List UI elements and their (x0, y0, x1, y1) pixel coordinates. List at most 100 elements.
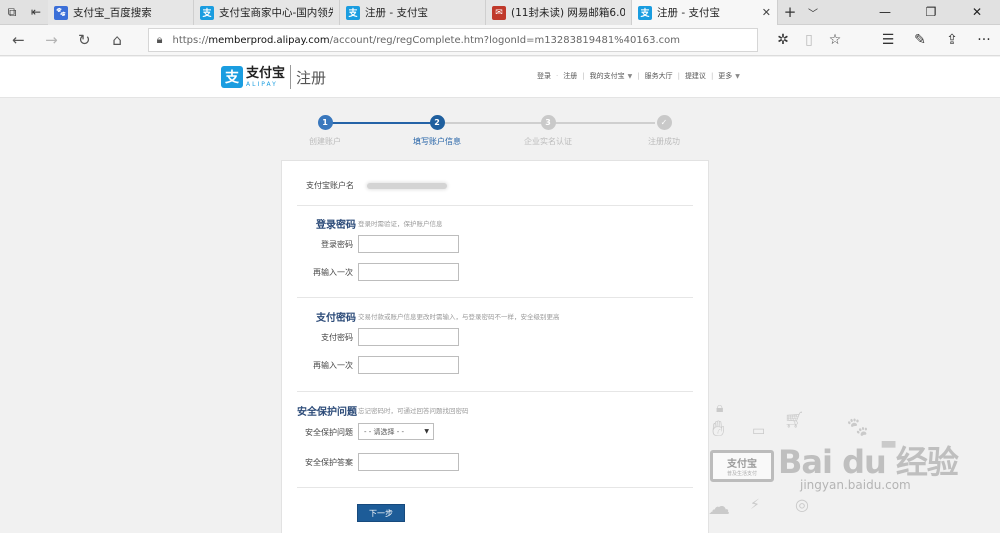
step-realname-auth: 3 企业实名认证 (503, 115, 593, 147)
url-scheme: https:// (172, 34, 209, 46)
step-create-account: 1 创建账户 (280, 115, 370, 147)
baidu-jingyan-url: jingyan.baidu.com (800, 478, 911, 492)
login-password-title: 登录密码 (316, 220, 356, 231)
security-answer-label: 安全保护答案 (305, 458, 353, 467)
browser-tab[interactable]: 支注册 - 支付宝 ✕ (632, 0, 778, 25)
close-window-button[interactable]: ✕ (954, 0, 1000, 24)
logo-cn-text: 支付宝 (246, 65, 286, 81)
account-name-label: 支付宝账户名 (306, 181, 354, 190)
login-link[interactable]: 登录 (537, 71, 551, 81)
account-info-form: 支付宝账户名 登录密码 登录时需验证，保护账户信息 登录密码 再输入一次 支付密… (281, 160, 709, 533)
back-button[interactable]: ← (2, 25, 35, 56)
next-step-button[interactable]: 下一步 (357, 504, 405, 522)
forward-button[interactable]: → (35, 25, 68, 56)
browser-tab-bar: ⧉ ⇤ 🐾︎支付宝_百度搜索支支付宝商家中心-国内领先的支注册 - 支付宝✉(1… (0, 0, 1000, 25)
globe-icon: ◎ (795, 495, 809, 514)
logo-en-text: ALIPAY (246, 80, 278, 88)
pay-password-label: 支付密码 (321, 333, 353, 342)
baidu-jingyan-brand: Bai du 经验 (778, 443, 959, 481)
step-register-success: ✓ 注册成功 (619, 115, 709, 147)
login-password-desc: 登录时需验证，保护账户信息 (358, 220, 443, 228)
bolt-icon: ⚡︎ (750, 497, 760, 513)
tab-title: (11封未读) 网易邮箱6.0版 (511, 7, 625, 19)
browser-tab[interactable]: 🐾︎ 支付宝_百度搜索 (48, 0, 194, 25)
chevron-down-icon: ▼ (735, 72, 740, 80)
minimize-button[interactable]: — (862, 0, 908, 24)
restore-button[interactable]: ❐ (908, 0, 954, 24)
security-question-label: 安全保护问题 (305, 428, 353, 437)
extension-icon[interactable]: ✲ (770, 32, 796, 48)
browser-tab[interactable]: 支支付宝商家中心-国内领先的 (194, 0, 340, 25)
alipay-icon: 支 (346, 5, 360, 20)
dropdown-arrow-icon: ▼ (424, 428, 429, 435)
cloud-icon: ☁︎ (708, 495, 730, 520)
account-name-value-redacted (367, 182, 447, 189)
card-icon: ▬ (880, 433, 898, 454)
my-alipay-link[interactable]: 我的支付宝 (590, 71, 625, 81)
security-answer-input[interactable] (358, 453, 459, 471)
tag-icon: ▭ (752, 423, 766, 439)
tab-preview-chevron-icon[interactable]: ﹀ (802, 0, 824, 24)
lock-icon: 🔒︎ (156, 33, 163, 46)
login-password-input[interactable] (358, 235, 459, 253)
tab-title: 注册 - 支付宝 (657, 7, 720, 19)
chevron-down-icon: ▼ (627, 72, 633, 80)
netease-mail-icon: ✉ (492, 5, 506, 20)
refresh-button[interactable]: ↻ (68, 25, 101, 56)
login-password-confirm-label: 再输入一次 (313, 268, 353, 277)
url-path: /account/reg/regComplete.htm?logonId=m13… (329, 34, 681, 46)
tab-title: 支付宝_百度搜索 (73, 7, 152, 19)
check-icon: ✓ (656, 115, 672, 130)
tab-manager-icon[interactable]: ⧉ (0, 0, 24, 24)
pay-password-title: 支付密码 (316, 313, 356, 324)
hand-icon: ✋︎ (712, 417, 725, 442)
alipay-logo-icon: 支 (221, 66, 243, 88)
top-links: 登录 · 注册 | 我的支付宝 ▼ | 服务大厅 | 提建议 | 更多 ▼ (537, 71, 740, 81)
new-tab-button[interactable]: + (778, 0, 802, 24)
alipay-icon: 支 (200, 5, 214, 20)
lock-icon: 🔒︎ (716, 400, 724, 416)
tab-aside-icon[interactable]: ⇤ (24, 0, 48, 24)
pay-password-confirm-input[interactable] (358, 356, 459, 374)
step-fill-info: 2 填写账户信息 (392, 115, 482, 147)
page-title: 注册 (296, 68, 327, 87)
home-button[interactable]: ⌂ (101, 25, 134, 56)
security-question-title: 安全保护问题 (297, 407, 357, 418)
url-host: memberprod.alipay.com (208, 34, 330, 46)
alipay-icon: 支 (638, 5, 652, 20)
share-icon[interactable]: ⇪ (936, 32, 968, 48)
account-name-row: 支付宝账户名 (306, 180, 447, 191)
tab-title: 注册 - 支付宝 (365, 7, 428, 19)
cart-icon: 🛒︎ (784, 410, 805, 429)
more-link[interactable]: 更多 (718, 71, 732, 81)
suggest-link[interactable]: 提建议 (685, 71, 706, 81)
baidu-jingyan-watermark: 🔒︎ ✋︎ ▭ 🛒︎ 🐾︎ ▬ ☁︎ ⚡︎ ◎ 支付宝 普及生活支付 Bai d… (700, 395, 1000, 533)
pay-password-confirm-label: 再输入一次 (313, 361, 353, 370)
login-password-confirm-input[interactable] (358, 263, 459, 281)
baidu-paw-icon: 🐾︎ (54, 5, 68, 20)
alipay-logo[interactable]: 支 支付宝 ALIPAY 注册 (221, 65, 326, 89)
security-question-value: - - 请选择 - - (364, 427, 405, 436)
web-note-icon[interactable]: ✎ (904, 32, 936, 48)
security-question-desc: 忘记密码时，可通过回答问题找回密码 (358, 407, 469, 415)
pay-password-desc: 交易付款或账户信息更改时需输入，与登录密码不一样，安全级别更高 (358, 313, 560, 321)
register-link[interactable]: 注册 (563, 71, 577, 81)
login-password-label: 登录密码 (321, 240, 353, 249)
site-header: 支 支付宝 ALIPAY 注册 登录 · 注册 | 我的支付宝 ▼ | 服务大厅… (0, 57, 1000, 98)
more-menu-icon[interactable]: ··· (968, 32, 1000, 48)
close-tab-icon[interactable]: ✕ (762, 6, 771, 19)
paw-icon: 🐾︎ (845, 415, 871, 439)
favorites-hub-icon[interactable]: ☰ (872, 32, 904, 48)
security-question-select[interactable]: - - 请选择 - - ▼ (358, 423, 434, 440)
phone-icon: 支付宝 普及生活支付 (710, 450, 774, 482)
service-hall-link[interactable]: 服务大厅 (645, 71, 673, 81)
browser-nav-bar: ← → ↻ ⌂ 🔒︎ https://memberprod.alipay.com… (0, 25, 1000, 56)
tab-title: 支付宝商家中心-国内领先的 (219, 7, 333, 19)
pay-password-input[interactable] (358, 328, 459, 346)
favorite-star-icon[interactable]: ☆ (822, 32, 848, 48)
address-bar[interactable]: 🔒︎ https://memberprod.alipay.com/account… (147, 28, 758, 52)
browser-tab[interactable]: ✉ (11封未读) 网易邮箱6.0版 (486, 0, 632, 25)
browser-tab[interactable]: 支注册 - 支付宝 (340, 0, 486, 25)
reading-view-icon[interactable]: ▯ (796, 32, 822, 48)
registration-steps: 1 创建账户 2 填写账户信息 3 企业实名认证 ✓ 注册成功 (300, 112, 700, 152)
